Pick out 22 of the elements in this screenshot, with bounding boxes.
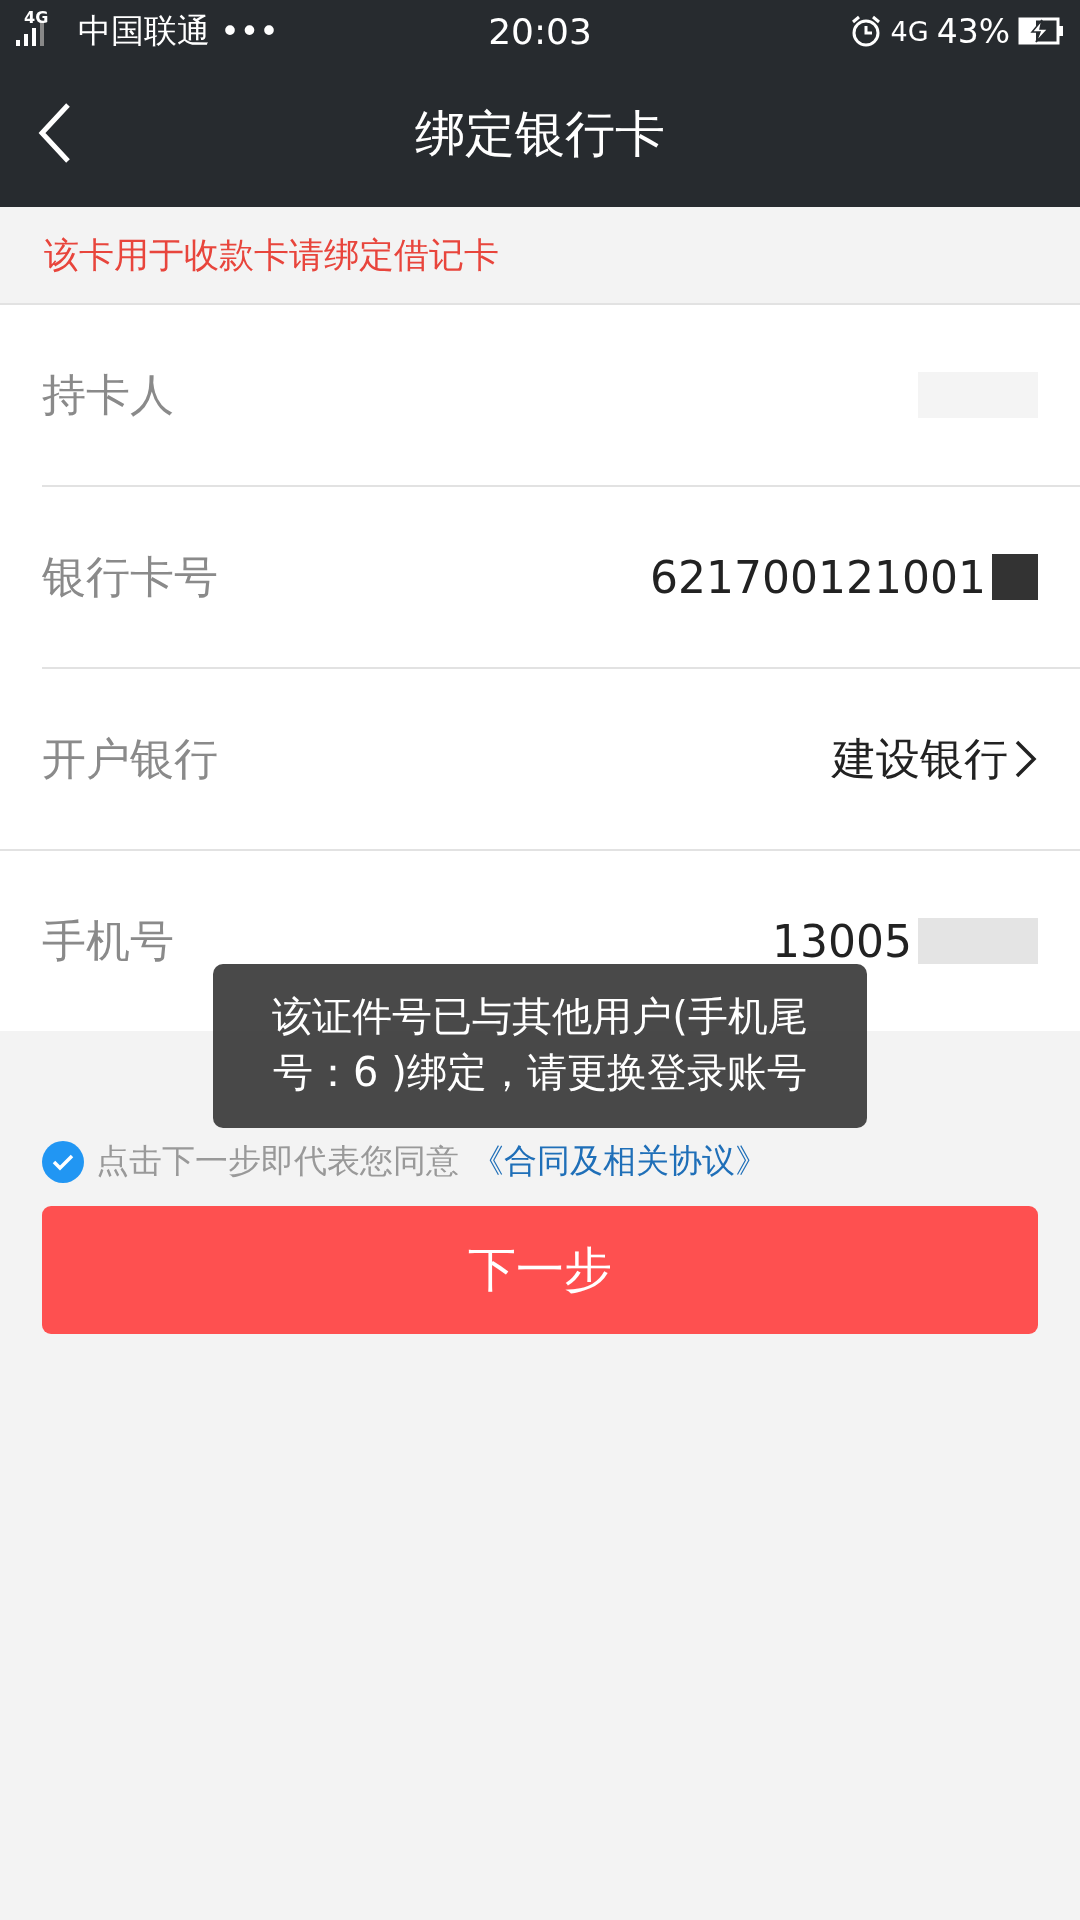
field-label: 持卡人	[42, 367, 174, 422]
network-type: 4G	[24, 7, 49, 27]
field-label: 开户银行	[42, 731, 218, 786]
bank-select[interactable]: 建设银行	[832, 729, 1038, 789]
page-title: 绑定银行卡	[415, 104, 665, 165]
redacted-mark	[992, 554, 1038, 600]
chevron-right-icon	[1014, 739, 1038, 779]
more-indicator: •••	[220, 11, 279, 51]
data-type: 4G	[890, 15, 929, 47]
battery-charging-icon	[1018, 16, 1066, 46]
error-toast: 该证件号已与其他用户(手机尾号：6 )绑定，请更换登录账号	[213, 964, 867, 1128]
next-button[interactable]: 下一步	[42, 1206, 1038, 1334]
battery-percent: 43%	[936, 11, 1010, 51]
agree-checkbox[interactable]	[42, 1140, 84, 1183]
field-value: 13005	[772, 915, 912, 967]
clock-time: 20:03	[488, 10, 592, 52]
agreement-link[interactable]: 《合同及相关协议》	[471, 1139, 768, 1184]
agreement-text: 点击下一步即代表您同意	[96, 1140, 459, 1182]
carrier-name: 中国联通	[78, 9, 211, 52]
field-label: 手机号	[42, 913, 174, 968]
field-value: 621700121001	[650, 551, 986, 603]
field-label: 银行卡号	[42, 549, 218, 604]
